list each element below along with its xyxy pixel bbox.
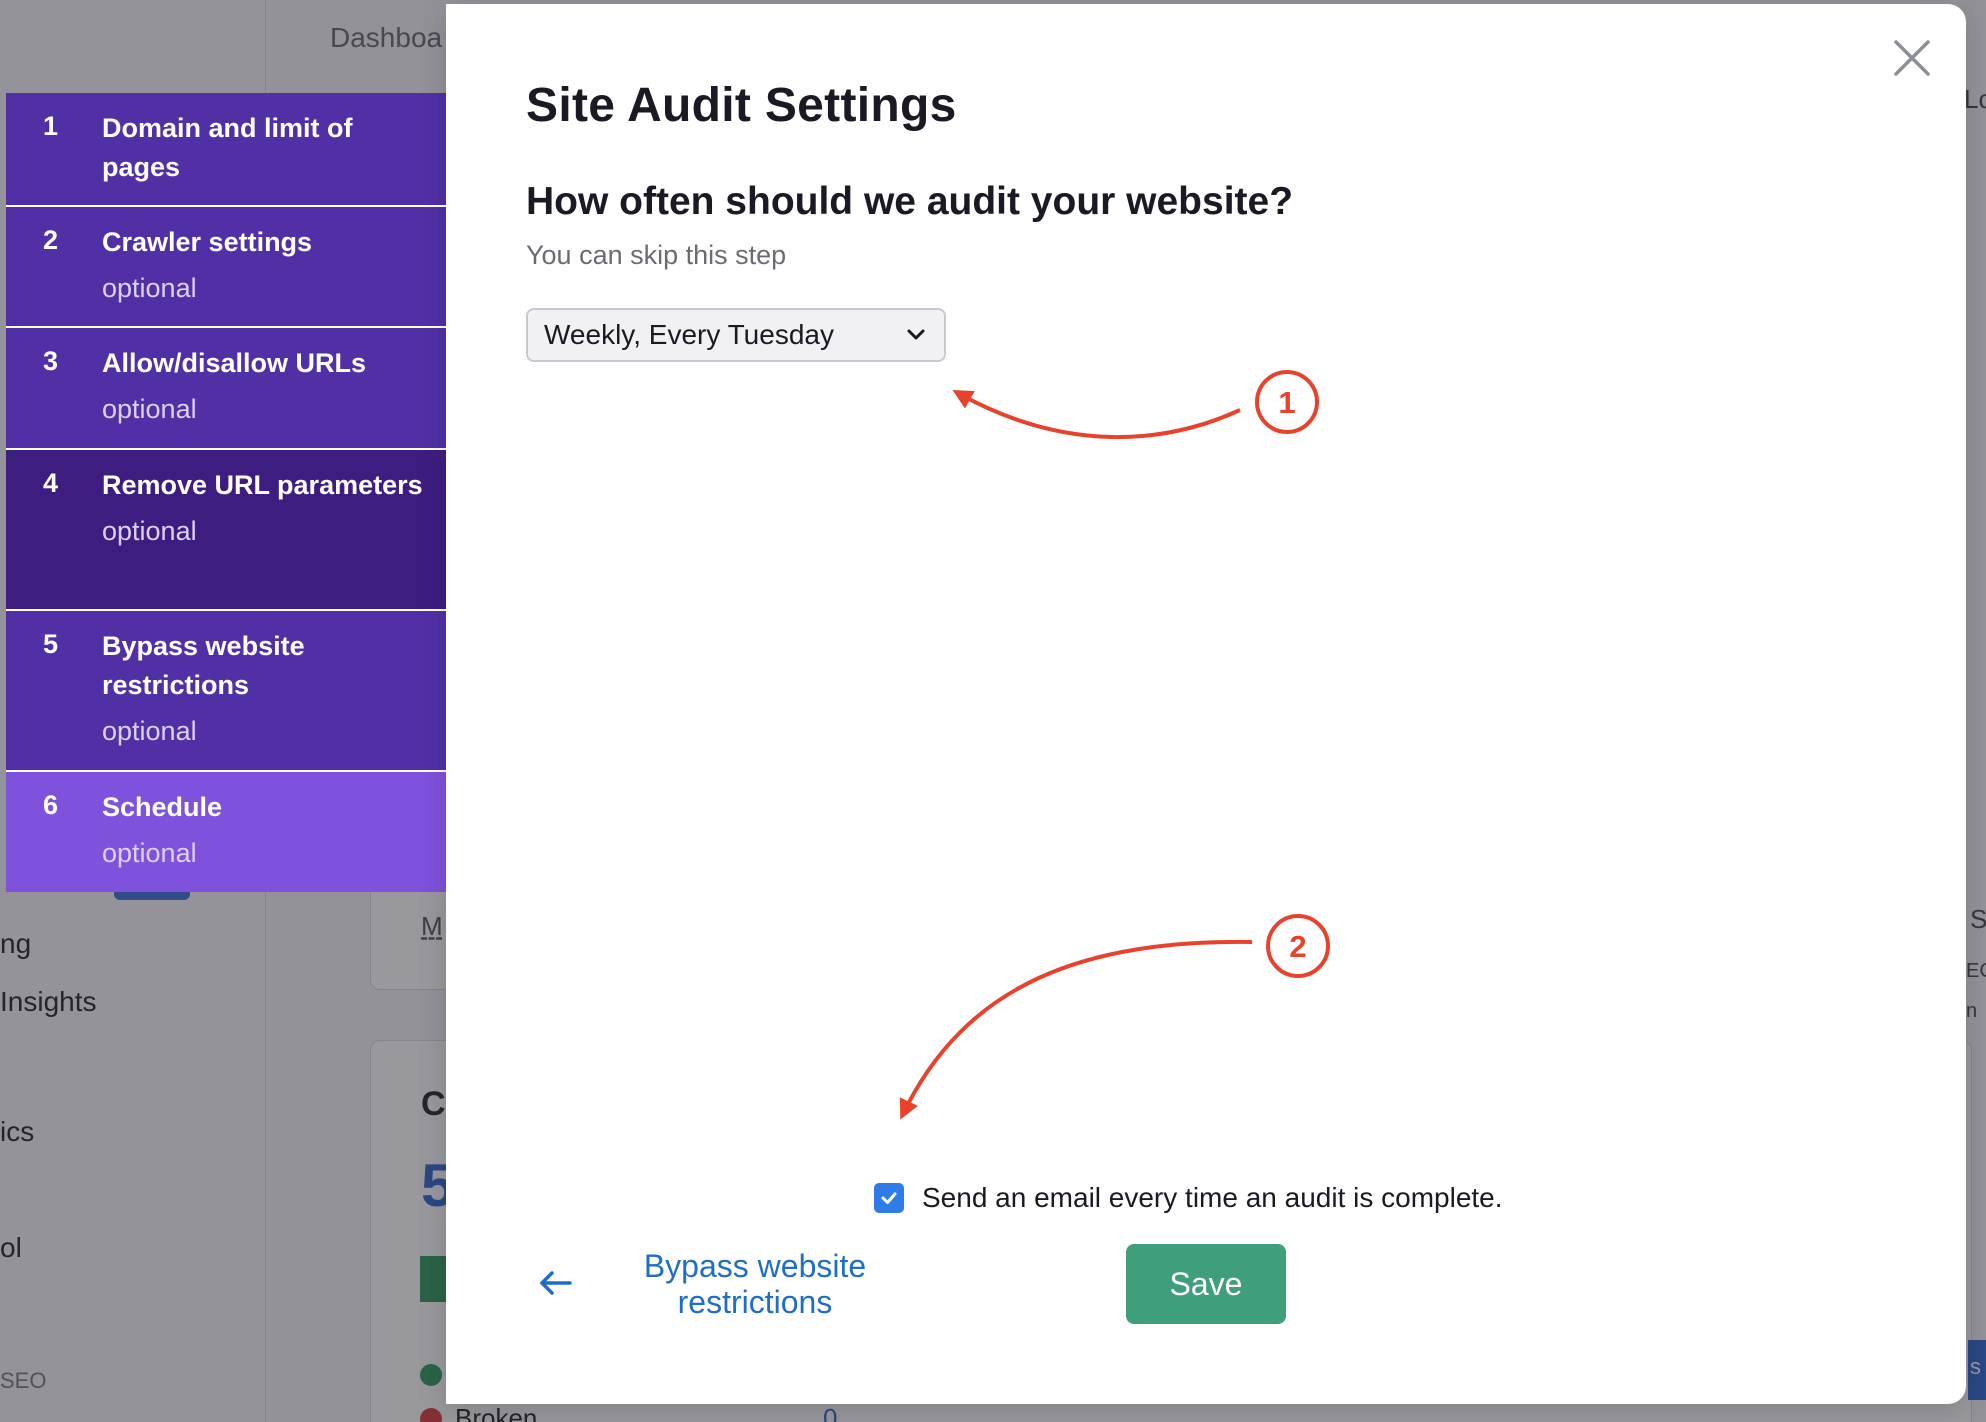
step-subtitle: optional <box>102 516 197 546</box>
step-number: 4 <box>43 468 59 498</box>
step-subtitle: optional <box>102 716 197 746</box>
arrow-left-icon <box>540 1271 572 1295</box>
step-remove-url-parameters[interactable]: 4 Remove URL parameters optional <box>6 450 446 611</box>
step-subtitle: optional <box>102 394 197 424</box>
step-subtitle: optional <box>102 273 197 303</box>
step-domain-and-limit[interactable]: 1 Domain and limit of pages <box>6 93 446 207</box>
annotation-badge-2: 2 <box>1266 914 1330 978</box>
step-bypass-website-restrictions[interactable]: 5 Bypass website restrictions optional <box>6 611 446 772</box>
step-title: Crawler settings <box>102 227 313 257</box>
annotation-arrow-2 <box>899 939 1253 1120</box>
step-number: 3 <box>43 346 59 376</box>
step-title: Allow/disallow URLs <box>102 348 367 378</box>
step-subtitle: optional <box>102 838 197 868</box>
step-schedule[interactable]: 6 Schedule optional <box>6 772 446 892</box>
step-number: 6 <box>43 790 59 820</box>
back-link-bypass-website-restrictions[interactable]: Bypass website restrictions <box>620 1248 890 1320</box>
email-checkbox-label[interactable]: Send an email every time an audit is com… <box>922 1182 1503 1214</box>
step-title: Schedule <box>102 792 223 822</box>
save-button[interactable]: Save <box>1126 1244 1286 1324</box>
email-option: Send an email every time an audit is com… <box>874 1182 1503 1214</box>
step-number: 1 <box>43 111 59 141</box>
checkmark-icon <box>881 1192 897 1204</box>
steps-panel: 1 Domain and limit of pages 2 Crawler se… <box>6 93 446 892</box>
step-title: Remove URL parameters <box>102 470 423 500</box>
svg-text:2: 2 <box>1289 929 1306 964</box>
step-number: 2 <box>43 225 59 255</box>
back-button[interactable] <box>538 1268 574 1298</box>
step-title: Bypass website restrictions <box>102 631 305 700</box>
site-audit-settings-modal: Site Audit Settings How often should we … <box>446 4 1966 1404</box>
step-title: Domain and limit of pages <box>102 113 353 182</box>
step-number: 5 <box>43 629 59 659</box>
step-allow-disallow-urls[interactable]: 3 Allow/disallow URLs optional <box>6 328 446 450</box>
step-crawler-settings[interactable]: 2 Crawler settings optional <box>6 207 446 328</box>
email-checkbox[interactable] <box>874 1183 904 1213</box>
svg-text:1: 1 <box>1278 385 1295 420</box>
annotation-badge-1: 1 <box>1255 370 1319 434</box>
annotation-arrow-1 <box>952 390 1241 439</box>
